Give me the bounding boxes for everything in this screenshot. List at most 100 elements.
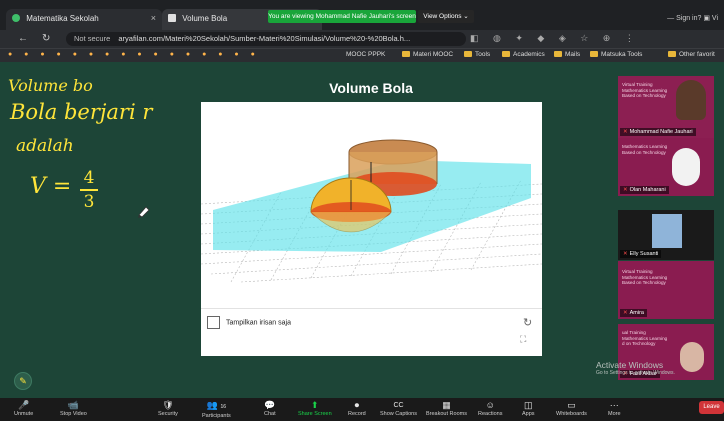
folder-icon xyxy=(668,51,676,57)
record-button[interactable]: ⏺ Record xyxy=(348,400,366,417)
show-slice-checkbox-row[interactable]: Tampilkan irisan saja xyxy=(207,316,291,329)
page-icon xyxy=(168,14,176,22)
folder-icon xyxy=(554,51,562,57)
bookmark-mooc-pppk[interactable]: MOOC PPPK xyxy=(346,51,385,58)
participant-tile[interactable]: Virtual Training Mathematics Learning Base… xyxy=(618,76,714,138)
reload-icon[interactable]: ↻ xyxy=(42,33,50,44)
chat-button[interactable]: 💬 Chat xyxy=(264,400,276,417)
leave-button[interactable]: Leave xyxy=(699,401,724,414)
muted-mic-icon: ✕ xyxy=(623,251,628,257)
geogebra-applet[interactable]: Tampilkan irisan saja ↻ ⛶ xyxy=(201,102,542,356)
security-button[interactable]: 🛡 Security xyxy=(158,400,178,417)
participant-video xyxy=(676,80,706,120)
muted-mic-icon: ✕ xyxy=(623,129,628,135)
tile-slide-text: ual Training Mathematics Learning d on Tec… xyxy=(622,330,668,346)
participant-name: ✕ Amira xyxy=(620,309,647,317)
url-text: aryafilan.com/Materi%20Sekolah/Sumber-Ma… xyxy=(118,34,411,43)
fullscreen-icon[interactable]: ⛶ xyxy=(520,334,526,345)
reactions-icon: ☺ xyxy=(485,400,495,410)
participant-video xyxy=(652,214,682,248)
mic-off-icon: 🎤 xyxy=(18,400,30,410)
url-input[interactable]: Not secure aryafilan.com/Materi%20Sekola… xyxy=(66,32,466,46)
whiteboards-button[interactable]: ▭ Whiteboards xyxy=(556,400,587,417)
handwriting-line-3: adalah xyxy=(16,136,74,156)
participants-button[interactable]: 👥 16 Participants xyxy=(202,400,231,419)
participant-tile[interactable]: Virtual Training Mathematics Learning Base… xyxy=(618,261,714,319)
show-captions-button[interactable]: CC Show Captions xyxy=(380,400,417,417)
participant-name: ✕ Olan Maharani xyxy=(620,186,669,194)
back-icon[interactable]: ← xyxy=(18,33,28,44)
bookmark-academics[interactable]: Academics xyxy=(502,51,545,58)
tab-label: Volume Bola xyxy=(182,14,228,23)
tile-slide-text: Virtual Training Mathematics Learning Base… xyxy=(622,82,668,98)
participants-icon: 👥 16 xyxy=(206,400,227,410)
stop-video-button[interactable]: 📹 Stop Video xyxy=(60,400,87,417)
muted-mic-icon: ✕ xyxy=(623,310,628,316)
breakout-icon: ▦ xyxy=(442,400,451,410)
participant-video xyxy=(680,342,704,372)
reactions-button[interactable]: ☺ Reactions xyxy=(478,400,502,417)
bookmarks-bar: ● ● ● ● ● ● ● ● ● ● ● ● ● ● ● ● MOOC PPP… xyxy=(0,48,724,62)
participant-count: 16 xyxy=(220,404,227,410)
view-options-button[interactable]: View Options ⌄ xyxy=(418,10,474,23)
folder-icon xyxy=(590,51,598,57)
panel-divider xyxy=(201,308,542,309)
unmute-button[interactable]: 🎤 Unmute xyxy=(14,400,33,417)
not-secure-label: Not secure xyxy=(74,34,111,43)
page-title: Volume Bola xyxy=(329,80,413,96)
record-icon: ⏺ xyxy=(354,400,360,410)
shared-page: Volume bo Bola berjari r adalah V = 4 3 … xyxy=(0,62,724,398)
fraction-bar xyxy=(80,189,98,191)
activate-windows-watermark: Activate Windows Go to Settings to activ… xyxy=(596,360,675,376)
annotate-pen-button[interactable]: ✎ xyxy=(14,372,32,390)
tile-slide-text: Virtual Training Mathematics Learning Base… xyxy=(622,269,668,285)
video-icon: 📹 xyxy=(67,400,80,410)
whiteboard-icon: ▭ xyxy=(567,400,576,410)
breakout-rooms-button[interactable]: ▦ Breakout Rooms xyxy=(426,400,467,417)
show-slice-label: Tampilkan irisan saja xyxy=(226,319,291,327)
extension-icons[interactable]: ◧ ◍ ✦ ◆ ◈ ☆ ⊕ ⋮ xyxy=(470,33,640,44)
tab-matematika-sekolah[interactable]: Matematika Sekolah × xyxy=(6,9,162,30)
folder-icon xyxy=(464,51,472,57)
shield-icon: 🛡 xyxy=(162,400,174,410)
fraction-denominator: 3 xyxy=(83,192,95,212)
address-bar-row: ← ↻ Not secure aryafilan.com/Materi%20Se… xyxy=(0,30,724,48)
browser-tab-bar: Matematika Sekolah × Volume Bola You are… xyxy=(0,0,724,30)
captions-icon: CC xyxy=(393,402,404,409)
screen-share-banner: You are viewing Mohammad Nafie Jauhari's… xyxy=(268,10,416,23)
bookmark-other-favorites[interactable]: Other favorit xyxy=(668,51,715,58)
folder-icon xyxy=(402,51,410,57)
chat-icon: 💬 xyxy=(264,400,276,410)
more-button[interactable]: ··· More xyxy=(608,400,621,417)
apps-icon: ◫ xyxy=(524,400,533,410)
tab-favicon-icon xyxy=(12,14,20,22)
handwriting-line-1: Volume bo xyxy=(8,76,93,95)
handwriting-fraction: 4 3 xyxy=(80,168,98,212)
tab-close-icon[interactable]: × xyxy=(151,13,156,23)
participant-tile[interactable]: ✕ Elly Susanti xyxy=(618,210,714,260)
watermark-sub: Go to Settings to activate Windows. xyxy=(596,370,675,376)
share-screen-button[interactable]: ⬆ Share Screen xyxy=(298,400,332,417)
watermark-title: Activate Windows xyxy=(596,360,664,370)
handwriting-line-2: Bola berjari r xyxy=(10,100,153,124)
bookmark-materi-mooc[interactable]: Materi MOOC xyxy=(402,51,453,58)
share-screen-icon: ⬆ xyxy=(311,400,319,410)
bookmark-tools[interactable]: Tools xyxy=(464,51,490,58)
participant-video xyxy=(672,148,700,186)
bookmark-mails[interactable]: Mails xyxy=(554,51,580,58)
3d-scene[interactable] xyxy=(201,102,542,308)
screen: Matematika Sekolah × Volume Bola You are… xyxy=(0,0,724,421)
apps-button[interactable]: ◫ Apps xyxy=(522,400,535,417)
window-controls[interactable]: — Sign in? ▣ Vi xyxy=(667,14,718,22)
reset-icon[interactable]: ↻ xyxy=(523,316,532,329)
bookmark-icons[interactable]: ● ● ● ● ● ● ● ● ● ● ● ● ● ● ● ● xyxy=(8,51,260,58)
participant-name: ✕ Elly Susanti xyxy=(620,250,662,258)
meeting-toolbar: 🎤 Unmute 📹 Stop Video 🛡 Security 👥 16 Partic… xyxy=(0,398,724,421)
participant-tile[interactable]: Mathematics Learning Based on Technology … xyxy=(618,138,714,196)
participant-name: ✕ Mohammad Nafie Jauhari xyxy=(620,128,696,136)
muted-mic-icon: ✕ xyxy=(623,187,628,193)
handwriting-formula: V = xyxy=(30,174,72,199)
more-icon: ··· xyxy=(609,400,619,410)
show-slice-checkbox[interactable] xyxy=(207,316,220,329)
bookmark-matsuka-tools[interactable]: Matsuka Tools xyxy=(590,51,642,58)
